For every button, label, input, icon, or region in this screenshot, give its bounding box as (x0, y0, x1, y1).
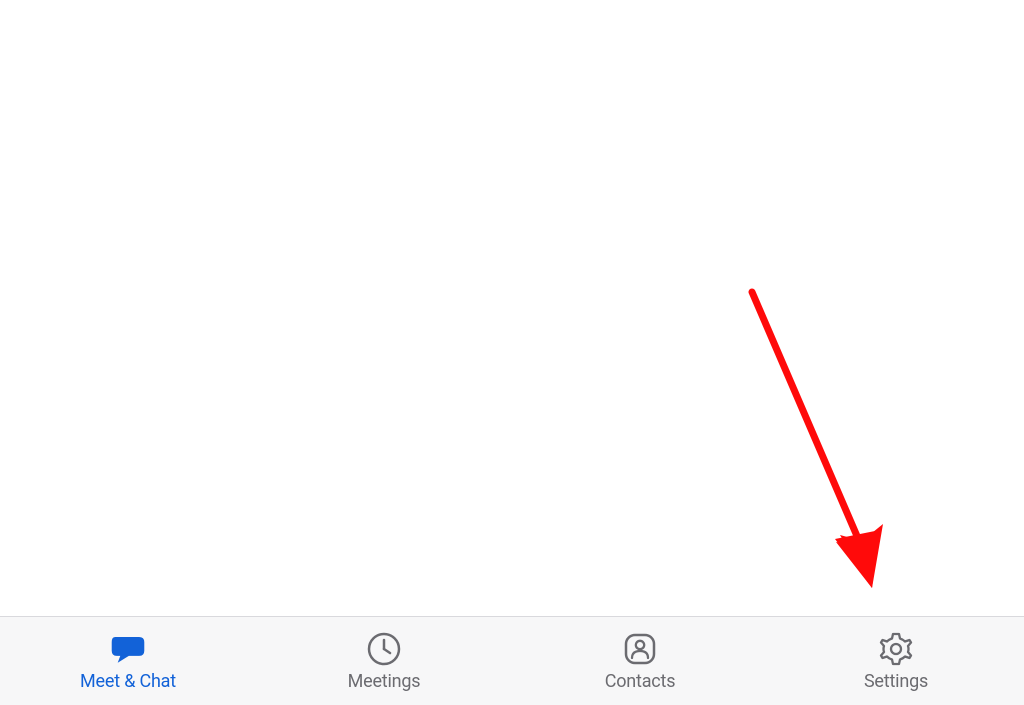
chat-bubble-icon (110, 631, 146, 667)
tab-label: Meet & Chat (80, 671, 176, 692)
main-content-area (0, 0, 1024, 616)
tab-meet-and-chat[interactable]: Meet & Chat (0, 617, 256, 705)
tab-settings[interactable]: Settings (768, 617, 1024, 705)
tab-label: Contacts (605, 671, 676, 692)
gear-icon (878, 631, 914, 667)
person-icon (622, 631, 658, 667)
tab-meetings[interactable]: Meetings (256, 617, 512, 705)
clock-icon (366, 631, 402, 667)
bottom-tab-bar: Meet & Chat Meetings Contacts (0, 616, 1024, 705)
tab-label: Settings (864, 671, 928, 692)
tab-label: Meetings (348, 671, 421, 692)
tab-contacts[interactable]: Contacts (512, 617, 768, 705)
